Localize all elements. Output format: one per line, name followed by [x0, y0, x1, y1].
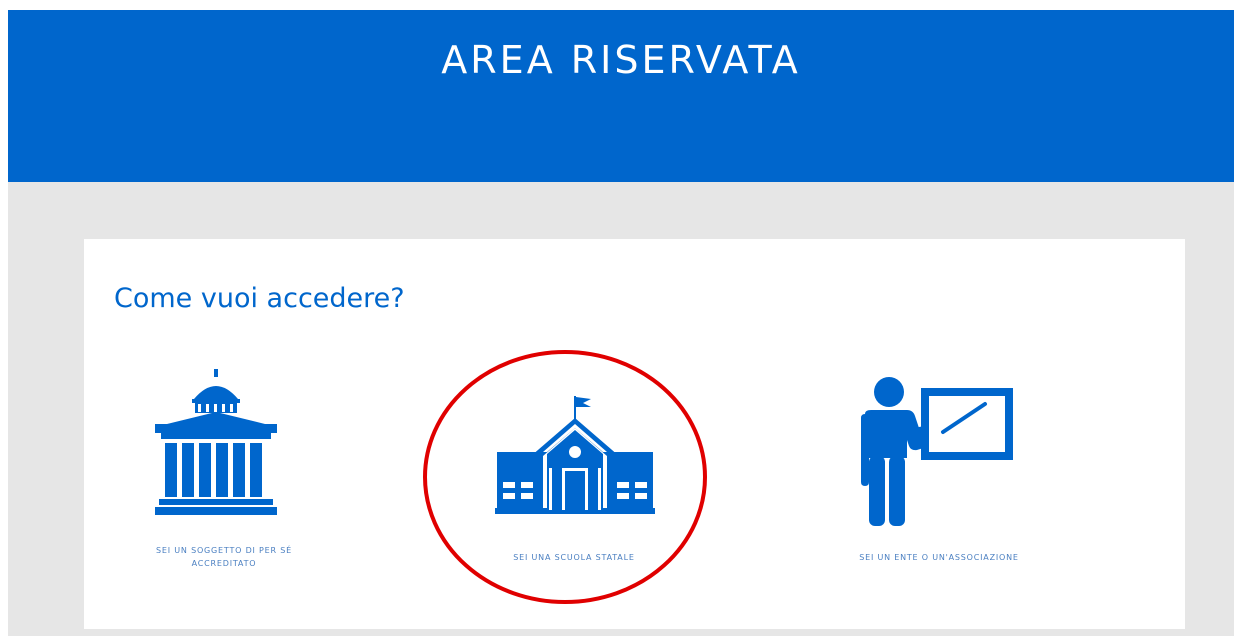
school-building-icon	[495, 396, 655, 514]
teacher-board-icon	[861, 377, 1013, 526]
university-building-icon	[155, 369, 277, 515]
card-title: Come vuoi accedere?	[114, 283, 405, 314]
header-banner: AREA RISERVATA	[8, 10, 1234, 182]
page-title: AREA RISERVATA	[441, 38, 801, 82]
access-options-card: Come vuoi accedere? SEI UN SOGGETTO DI P…	[84, 239, 1185, 629]
page-background: AREA RISERVATA Come vuoi accedere? SEI U…	[8, 10, 1234, 636]
option-label: SEI UNA SCUOLA STATALE	[513, 553, 635, 562]
option-accredited-subject[interactable]: SEI UN SOGGETTO DI PER SÉ ACCREDITATO	[124, 369, 324, 579]
option-label: SEI UN SOGGETTO DI PER SÉ ACCREDITATO	[156, 546, 292, 568]
option-association[interactable]: SEI UN ENTE O UN'ASSOCIAZIONE	[824, 374, 1054, 569]
option-state-school[interactable]: SEI UNA SCUOLA STATALE	[474, 394, 674, 564]
option-label: SEI UN ENTE O UN'ASSOCIAZIONE	[859, 553, 1019, 562]
